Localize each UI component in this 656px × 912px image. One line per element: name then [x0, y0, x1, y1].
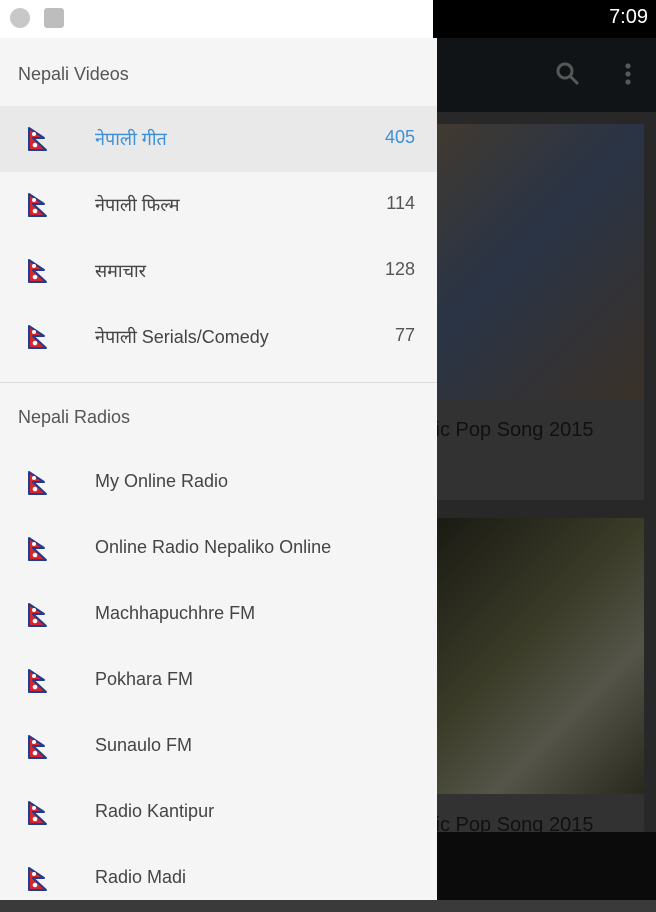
status-time: 7:09: [609, 6, 648, 28]
status-bar: 7:09: [0, 0, 656, 38]
nepal-flag-logo-icon: [24, 258, 50, 284]
drawer-item-label: नेपाली फिल्म: [95, 195, 180, 215]
drawer-item-radio[interactable]: Online Radio Nepaliko Online: [0, 516, 437, 582]
drawer-item-label: Online Radio Nepaliko Online: [95, 537, 332, 557]
drawer-item-count: 114: [386, 193, 415, 213]
nepal-flag-logo-icon: [24, 866, 50, 892]
drawer-item-serials-comedy[interactable]: नेपाली Serials/Comedy 77: [0, 304, 437, 370]
nepal-flag-logo-icon: [24, 126, 50, 152]
drawer-item-count: 128: [384, 259, 415, 279]
drawer-item-radio[interactable]: My Online Radio: [0, 450, 437, 516]
pause-icon: [10, 8, 30, 28]
drawer-item-radio[interactable]: Radio Kantipur: [0, 780, 437, 846]
nepal-flag-logo-icon: [24, 324, 50, 350]
drawer-item-label: नेपाली गीत: [95, 129, 167, 149]
drawer-item-nepali-geet[interactable]: नेपाली गीत 405: [0, 106, 437, 172]
drawer-item-label: Radio Kantipur: [95, 801, 215, 821]
drawer-item-label: My Online Radio: [95, 471, 229, 491]
drawer-item-radio[interactable]: Pokhara FM: [0, 648, 437, 714]
section-header-radios: Nepali Radios: [18, 407, 131, 427]
drawer-item-label: Radio Madi: [95, 867, 187, 887]
nepal-flag-logo-icon: [24, 668, 50, 694]
drawer-item-label: Pokhara FM: [95, 669, 194, 689]
nepal-flag-logo-icon: [24, 602, 50, 628]
nepal-flag-logo-icon: [24, 800, 50, 826]
drawer-item-label: समाचार: [95, 261, 147, 281]
drawer-item-label: Machhapuchhre FM: [95, 603, 256, 623]
section-header-videos: Nepali Videos: [18, 64, 129, 84]
drawer-item-label: नेपाली Serials/Comedy: [95, 327, 269, 347]
drawer-item-samachar[interactable]: समाचार 128: [0, 238, 437, 304]
section-divider: [0, 382, 437, 383]
drawer-item-label: Sunaulo FM: [95, 735, 193, 755]
navigation-drawer: Nepali Videos नेपाली गीत 405 नेपाली फिल्…: [0, 38, 437, 900]
drawer-item-radio[interactable]: Radio Madi: [0, 846, 437, 912]
nepal-flag-logo-icon: [24, 192, 50, 218]
briefcase-icon: [44, 8, 64, 28]
drawer-item-radio[interactable]: Machhapuchhre FM: [0, 582, 437, 648]
nepal-flag-logo-icon: [24, 536, 50, 562]
nepal-flag-logo-icon: [24, 734, 50, 760]
drawer-item-radio[interactable]: Sunaulo FM: [0, 714, 437, 780]
drawer-item-count: 77: [394, 325, 415, 345]
drawer-item-nepali-film[interactable]: नेपाली फिल्म 114: [0, 172, 437, 238]
nepal-flag-logo-icon: [24, 470, 50, 496]
drawer-item-count: 405: [384, 127, 415, 147]
